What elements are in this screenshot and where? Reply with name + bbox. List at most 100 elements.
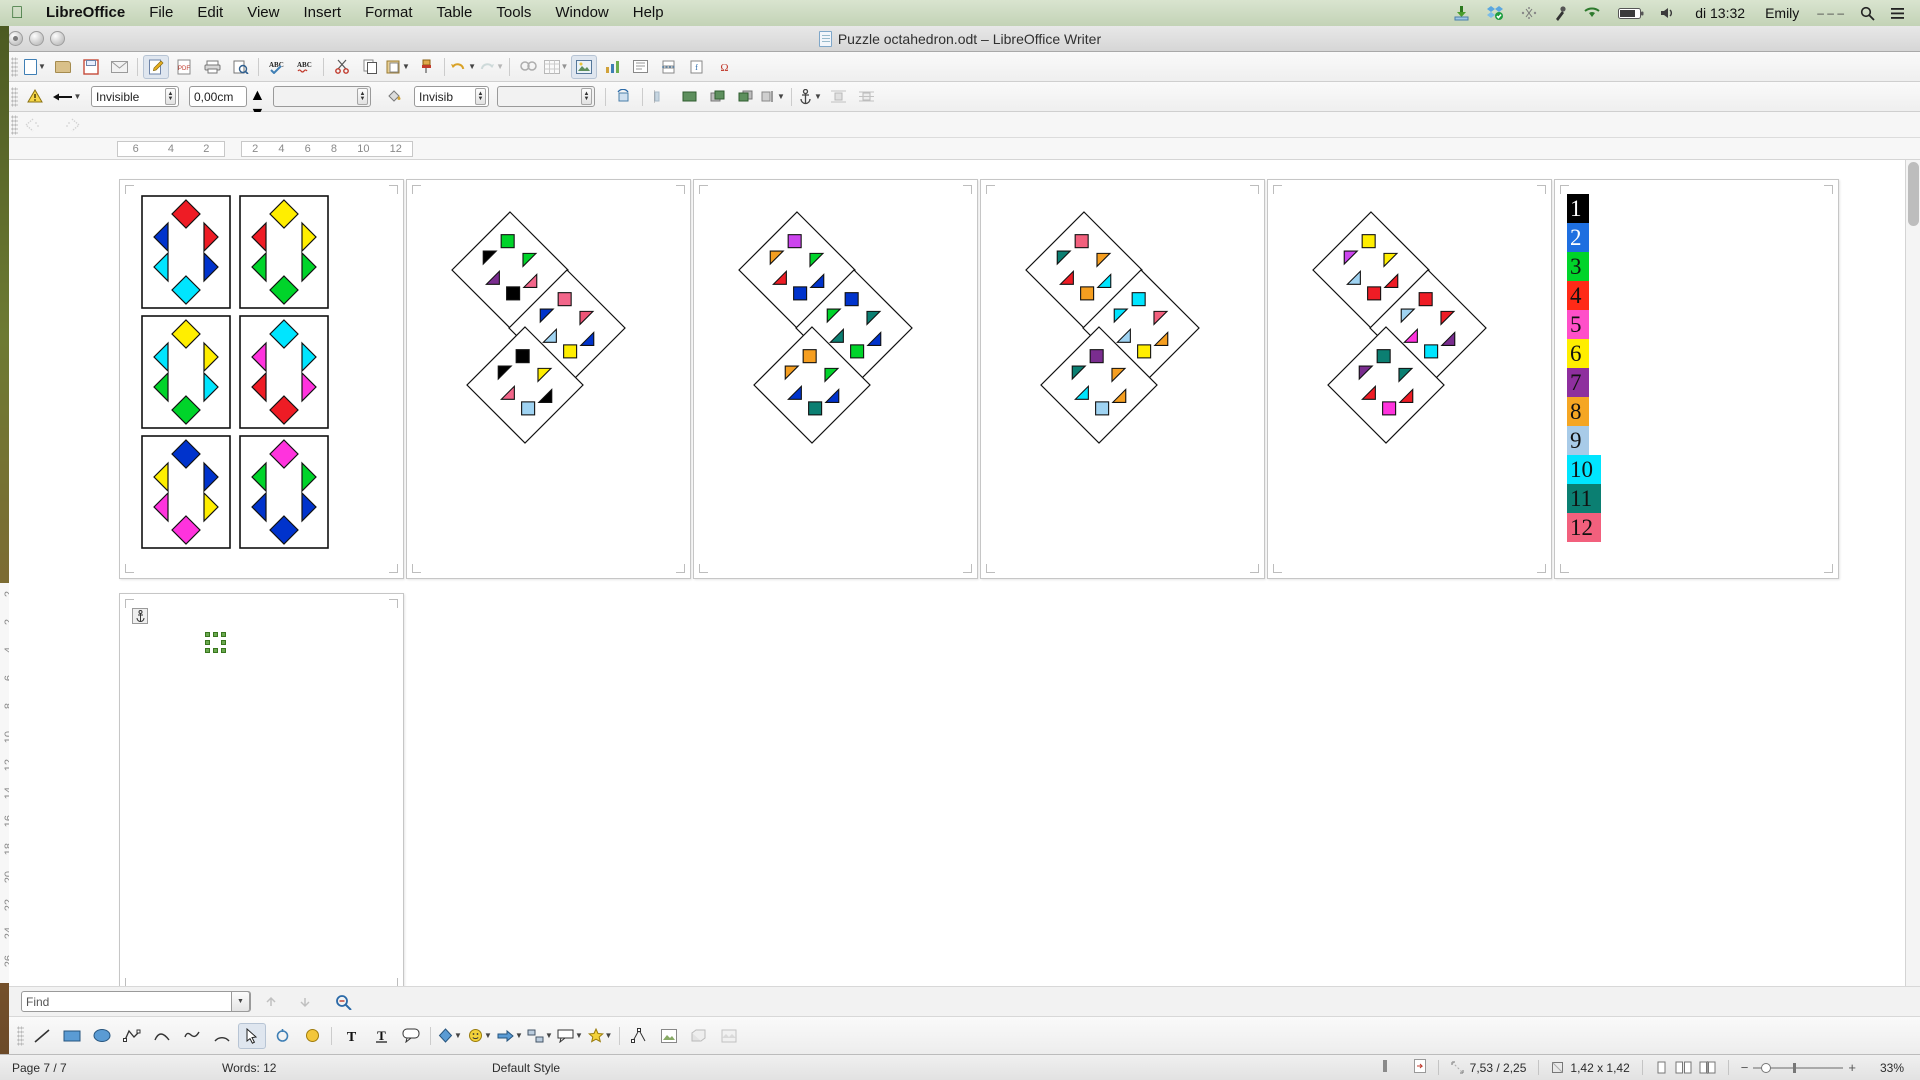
vertical-text-tool-button[interactable]: T [367,1023,395,1049]
toolbar-grip[interactable] [11,86,18,107]
status-page[interactable]: Page 7 / 7 [0,1061,210,1075]
arc-tool-button[interactable] [208,1023,236,1049]
basic-shapes-button[interactable]: ▼ [436,1023,464,1049]
dropbox-icon[interactable] [1478,5,1512,21]
close-button[interactable] [8,31,23,46]
status-size[interactable]: 1,42 x 1,42 [1539,1061,1641,1075]
anchor-icon[interactable] [132,608,148,624]
page-octahedron-1[interactable] [406,179,691,579]
menu-item-file[interactable]: File [137,0,185,26]
area-color-select[interactable]: ▲ ▼ [497,86,595,107]
clone-formatting-button[interactable] [413,55,439,79]
find-next-button[interactable] [292,990,318,1014]
callout-tool-button[interactable] [397,1023,425,1049]
menu-clock[interactable]: di 13:32 [1685,5,1755,21]
email-document-button[interactable] [106,55,132,79]
chevron-down-icon[interactable]: ▼ [231,991,250,1012]
next-object-button[interactable] [57,113,83,137]
print-preview-button[interactable] [227,55,253,79]
page-octahedron-4[interactable] [1267,179,1552,579]
line-color-select[interactable]: ▲ ▼ [273,86,371,107]
menu-item-view[interactable]: View [235,0,291,26]
arrow-style-button[interactable]: ▼ [50,85,84,109]
polygon-tool-button[interactable] [118,1023,146,1049]
curve-tool-button[interactable] [148,1023,176,1049]
insert-page-break-button[interactable] [655,55,681,79]
chevron-down-icon[interactable]: ▲ ▼ [165,88,176,105]
symbol-shapes-button[interactable]: ▼ [466,1023,494,1049]
export-pdf-button[interactable]: PDF [171,55,197,79]
zoom-button[interactable] [50,31,65,46]
volume-icon[interactable] [1652,6,1685,20]
zoom-out-icon[interactable]: − [1741,1060,1749,1075]
paint-can-icon[interactable] [381,85,407,109]
list-icon[interactable] [1883,7,1912,20]
zoom-slider-control[interactable]: − + [1729,1060,1868,1075]
search-icon[interactable] [1852,6,1883,21]
insert-field-button[interactable]: f [683,55,709,79]
page-blank-selected[interactable] [119,593,404,992]
status-position[interactable]: 7,53 / 2,25 [1439,1061,1539,1075]
page-octahedron-2[interactable] [693,179,978,579]
search-input[interactable]: Find ▼ [21,991,251,1012]
open-document-button[interactable] [50,55,76,79]
menu-user[interactable]: Emily [1755,5,1809,21]
chevron-down-icon[interactable]: ▲ ▼ [357,88,368,105]
points-toggle-button[interactable] [625,1023,653,1049]
autospellcheck-button[interactable]: ABC [292,55,318,79]
ellipse-tool-button[interactable] [88,1023,116,1049]
insert-special-char-button[interactable]: Ω [711,55,737,79]
paste-button[interactable]: ▼ [385,55,411,79]
toolbar-grip[interactable] [17,1025,24,1046]
menu-item-tools[interactable]: Tools [484,0,543,26]
rotate-icon[interactable] [611,85,637,109]
zoom-level[interactable]: 33% [1868,1061,1920,1075]
page-grid-tiles[interactable] [119,179,404,579]
apple-logo-icon[interactable]:  [0,3,34,23]
print-document-button[interactable] [199,55,225,79]
multi-page-view-icon[interactable] [1675,1061,1692,1074]
find-replace-button[interactable] [515,55,541,79]
status-style[interactable]: Default Style [480,1061,750,1075]
block-arrows-button[interactable]: ▼ [496,1023,524,1049]
menu-item-format[interactable]: Format [353,0,425,26]
book-view-icon[interactable] [1699,1061,1716,1074]
cut-button[interactable] [329,55,355,79]
menu-item-help[interactable]: Help [621,0,676,26]
scrollbar-thumb[interactable] [1908,162,1919,226]
menu-item-table[interactable]: Table [425,0,485,26]
align-right-icon[interactable]: ▼ [760,85,786,109]
find-and-replace-button[interactable] [331,990,357,1014]
gallery-toggle-button[interactable] [655,1023,683,1049]
insert-chart-button[interactable] [599,55,625,79]
wrap-off-icon[interactable] [825,85,851,109]
page-legend[interactable]: 1 2 3 4 5 6 7 8 9 10 11 12 [1554,179,1839,579]
wrap-through-icon[interactable] [853,85,879,109]
warning-icon[interactable] [22,85,48,109]
bluetooth-icon[interactable] [1512,6,1546,20]
fontwork-tool-button[interactable] [298,1023,326,1049]
insert-mode-icon[interactable] [1368,1059,1402,1076]
edit-mode-toggle-button[interactable] [143,54,169,79]
document-canvas[interactable]: 1 2 3 4 5 6 7 8 9 10 11 12 [9,160,1920,992]
zoom-slider-handle[interactable] [1761,1062,1772,1073]
ruler-text-area-segment[interactable]: 2 4 6 8 10 12 [241,141,413,157]
line-width-stepper[interactable]: ▲▼ [248,85,266,122]
line-style-select[interactable]: Invisible ▲ ▼ [91,86,179,107]
chevron-down-icon[interactable]: ▲ ▼ [475,88,486,105]
menu-item-edit[interactable]: Edit [185,0,235,26]
menu-item-insert[interactable]: Insert [291,0,353,26]
anchor-icon[interactable]: ▼ [797,85,823,109]
previous-object-button[interactable] [22,113,48,137]
freeform-tool-button[interactable] [178,1023,206,1049]
redo-button[interactable]: ▼ [478,55,504,79]
battery-icon[interactable] [1610,7,1652,20]
wifi-icon[interactable] [1574,6,1610,20]
toolbar-grip[interactable] [11,114,18,135]
zoom-in-icon[interactable]: + [1848,1060,1856,1075]
page-octahedron-3[interactable] [980,179,1265,579]
text-box-tool-button[interactable]: T [337,1023,365,1049]
copy-button[interactable] [357,55,383,79]
callout-shapes-button[interactable]: ▼ [556,1023,584,1049]
status-words[interactable]: Words: 12 [210,1061,480,1075]
